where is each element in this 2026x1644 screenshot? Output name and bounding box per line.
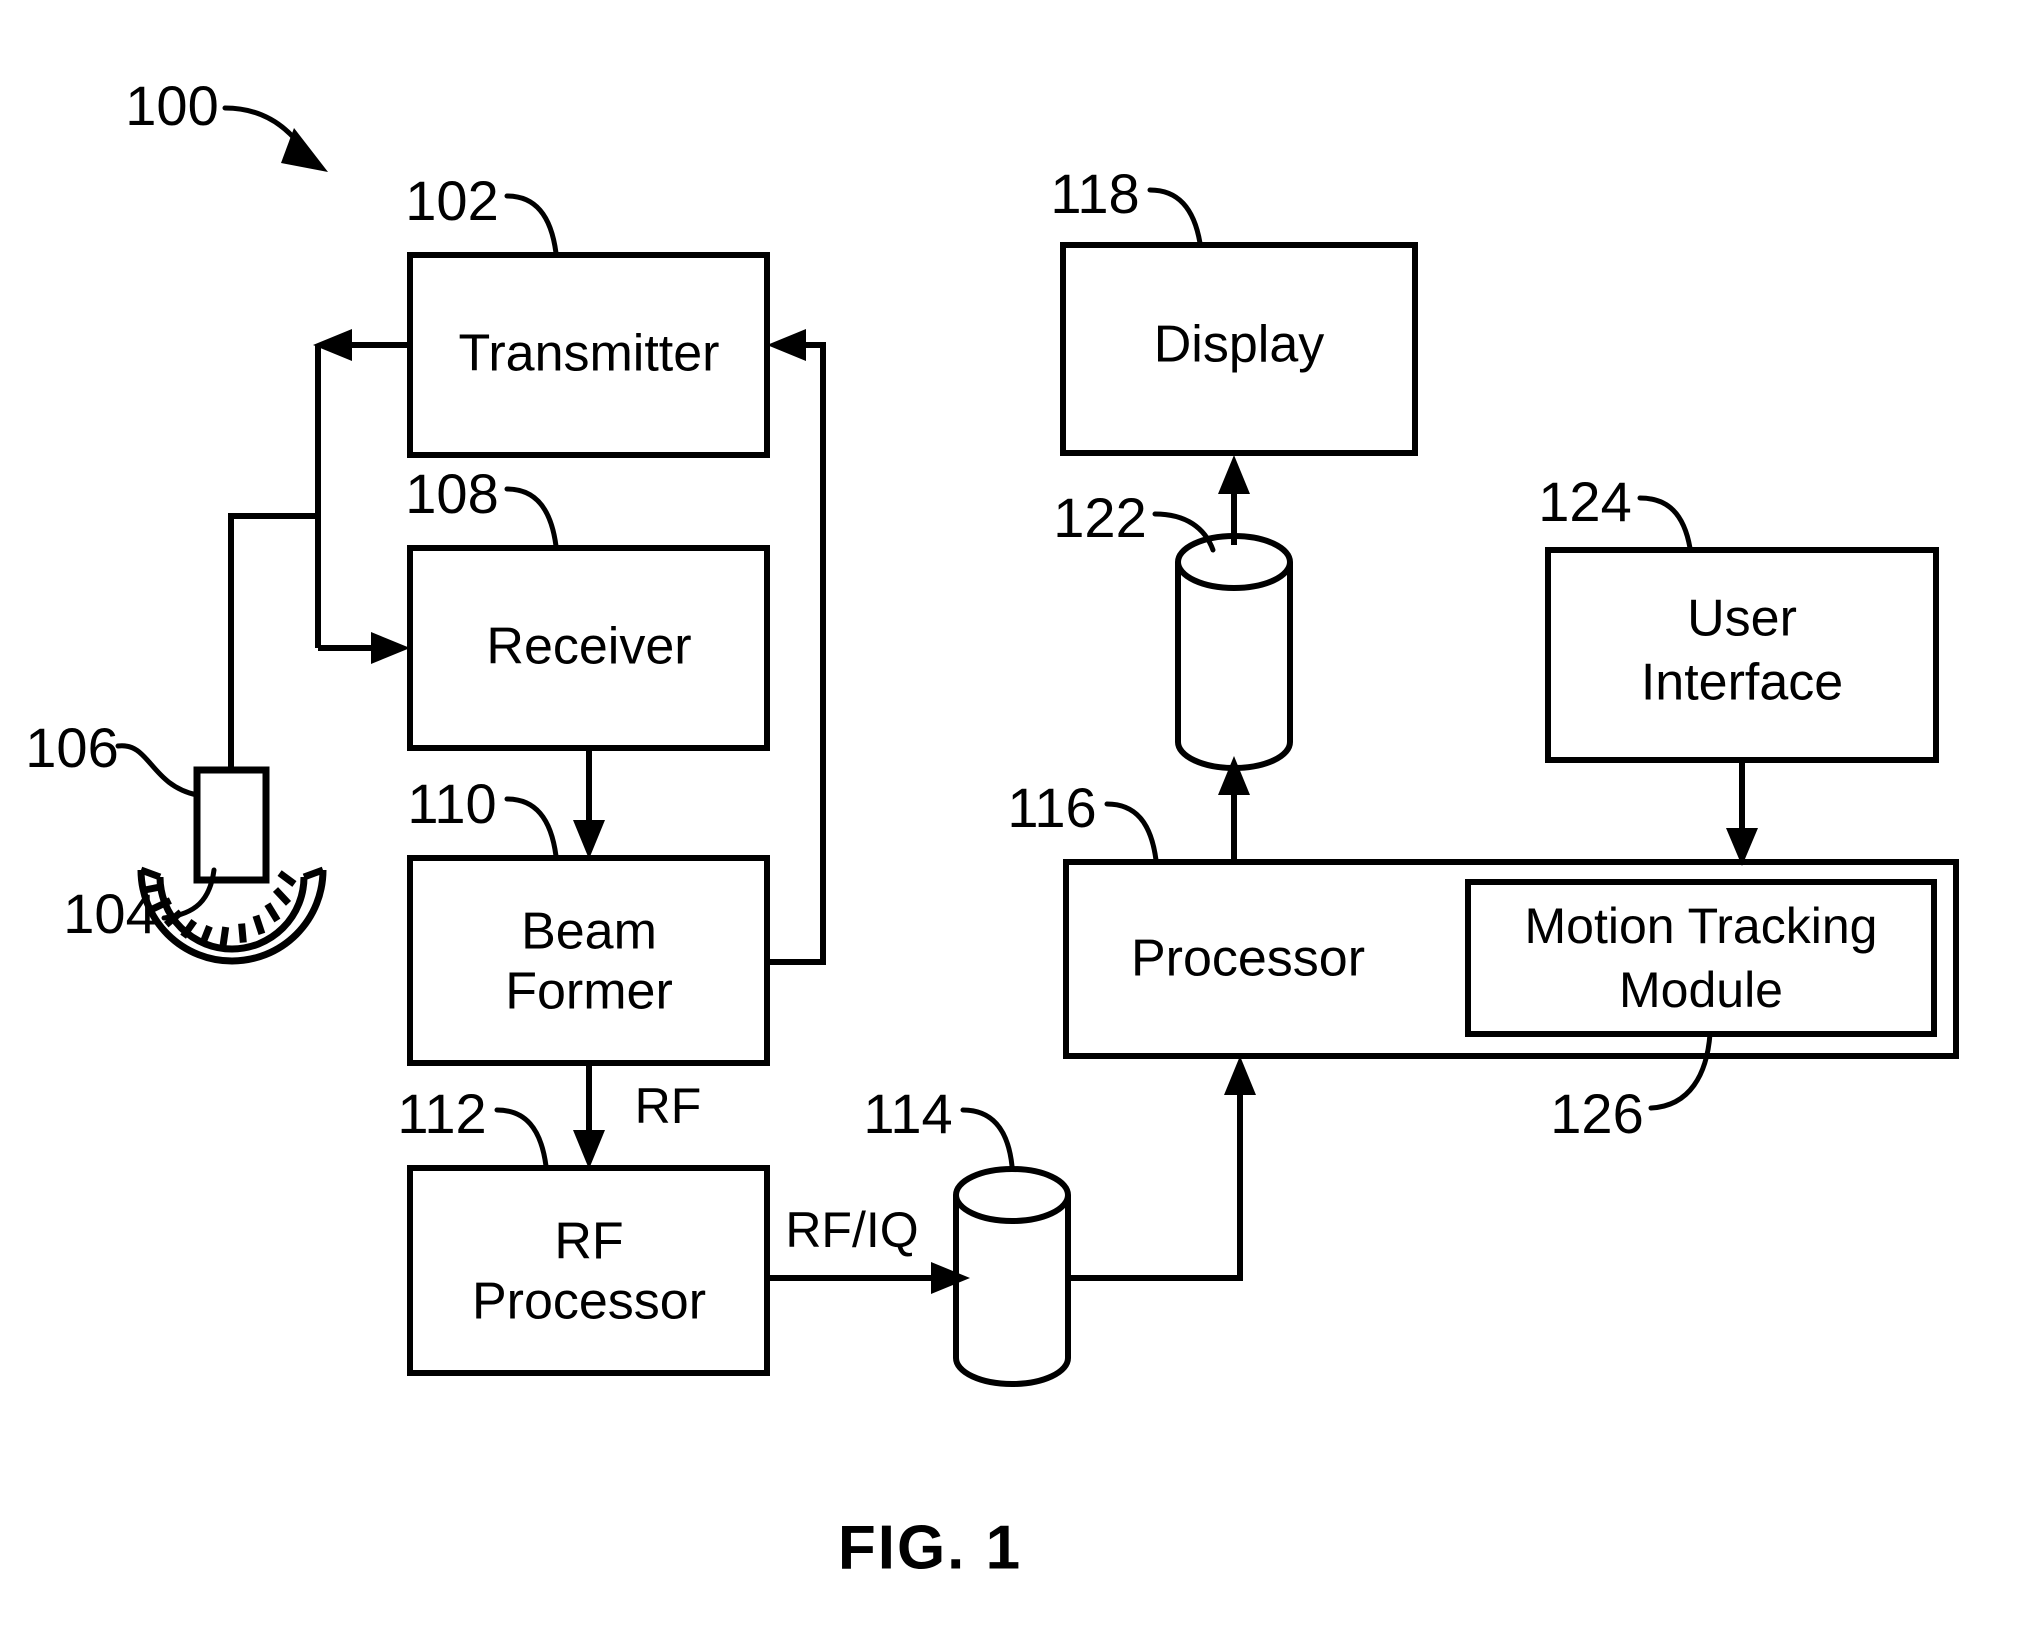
user-interface-label-line2: Interface <box>1641 654 1843 712</box>
leader-line-118 <box>1147 187 1203 246</box>
block-receiver[interactable]: Receiver <box>407 545 770 751</box>
processor-label: Processor <box>1131 930 1365 988</box>
signal-label-rf-iq: RF/IQ <box>785 1202 918 1258</box>
ref-number-106: 106 <box>25 716 118 779</box>
arrowhead-display-in <box>1218 455 1250 494</box>
element-tick-9 <box>264 902 281 923</box>
ref-number-116: 116 <box>1007 776 1096 839</box>
conn-beamformer-to-transmitter <box>767 342 826 965</box>
leader-line-116 <box>1104 801 1159 863</box>
ref-callout-102: 102 <box>405 169 559 256</box>
ref-callout-110: 110 <box>407 772 559 859</box>
leader-line-106 <box>115 743 200 798</box>
signal-label-rf: RF <box>635 1078 702 1134</box>
rf-processor-label-line2: Processor <box>472 1273 706 1331</box>
image-buffer-body[interactable] <box>1175 562 1293 771</box>
rf-processor-label-line1: RF <box>554 1213 623 1271</box>
probe-cable <box>228 513 318 770</box>
ref-number-112: 112 <box>397 1082 486 1145</box>
leader-line-114 <box>960 1107 1015 1169</box>
motion-tracking-label-line1: Motion Tracking <box>1525 898 1878 954</box>
leader-line-108 <box>504 486 559 549</box>
ref-number-126: 126 <box>1550 1082 1643 1145</box>
ref-callout-116: 116 <box>1007 776 1159 863</box>
figure-caption: FIG. 1 <box>838 1513 1022 1582</box>
ref-callout-114: 114 <box>863 1082 1015 1169</box>
motion-tracking-label-line2: Module <box>1619 962 1783 1018</box>
user-interface-label-line1: User <box>1687 590 1797 648</box>
block-image-buffer[interactable] <box>1175 533 1293 771</box>
ref-number-124: 124 <box>1538 470 1631 533</box>
block-processor[interactable]: Processor Motion Tracking Module <box>1063 859 1959 1059</box>
block-rf-processor[interactable]: RF Processor <box>407 1165 770 1376</box>
probe-handle[interactable] <box>193 766 270 884</box>
block-display[interactable]: Display <box>1060 242 1418 456</box>
arrowhead-receiver-in <box>371 632 410 664</box>
system-reference-callout: 100 <box>125 74 328 172</box>
block-transmitter[interactable]: Transmitter <box>407 252 770 458</box>
ref-number-102: 102 <box>405 169 498 232</box>
receiver-label: Receiver <box>486 618 691 676</box>
ref-number-122: 122 <box>1053 486 1146 549</box>
ref-number-100: 100 <box>125 74 218 137</box>
ref-callout-112: 112 <box>397 1082 549 1169</box>
block-user-interface[interactable]: User Interface <box>1545 547 1939 763</box>
ref-callout-122: 122 <box>1053 486 1216 553</box>
arrowhead-processor-in-bottom <box>1224 1056 1256 1095</box>
display-label: Display <box>1154 316 1325 374</box>
leader-line-102 <box>504 193 559 256</box>
element-tick-6 <box>219 926 230 947</box>
transmitter-label: Transmitter <box>459 325 720 383</box>
element-tick-10 <box>272 887 292 906</box>
leader-line-100 <box>222 105 303 148</box>
beam-former-label-line1: Beam <box>521 903 657 961</box>
leader-line-124 <box>1637 495 1693 551</box>
element-tick-8 <box>252 914 266 935</box>
ref-callout-124: 124 <box>1538 470 1693 551</box>
block-motion-tracking-module[interactable]: Motion Tracking Module <box>1465 879 1937 1037</box>
ref-callout-108: 108 <box>405 462 559 549</box>
conn-buffer-to-processor <box>1068 1090 1243 1281</box>
arrowhead-beamformer-in <box>573 820 605 859</box>
ref-number-118: 118 <box>1050 162 1139 225</box>
leader-line-110 <box>504 796 559 859</box>
element-tick-7 <box>238 923 247 943</box>
element-tick-11 <box>277 870 297 887</box>
element-tick-5 <box>199 925 213 946</box>
ref-callout-106: 106 <box>25 716 200 798</box>
block-beam-former[interactable]: Beam Former <box>407 855 770 1066</box>
ref-number-108: 108 <box>405 462 498 525</box>
rf-iq-buffer-top[interactable] <box>953 1166 1071 1224</box>
beam-former-label-line2: Former <box>505 963 673 1021</box>
block-diagram: 100 Transmitter 102 Receiver 108 Beam Fo… <box>25 74 1959 1582</box>
ref-callout-118: 118 <box>1050 162 1203 246</box>
arrowhead-rfprocessor-in <box>573 1130 605 1169</box>
arrowhead-transmitter-in <box>767 329 806 361</box>
leader-line-112 <box>494 1107 549 1169</box>
block-rf-iq-buffer[interactable] <box>953 1166 1071 1387</box>
ref-number-110: 110 <box>407 772 496 835</box>
ref-number-114: 114 <box>863 1082 952 1145</box>
probe-assembly[interactable] <box>137 766 327 965</box>
ref-number-104: 104 <box>63 882 156 945</box>
patent-figure-canvas: 100 Transmitter 102 Receiver 108 Beam Fo… <box>0 0 2026 1644</box>
